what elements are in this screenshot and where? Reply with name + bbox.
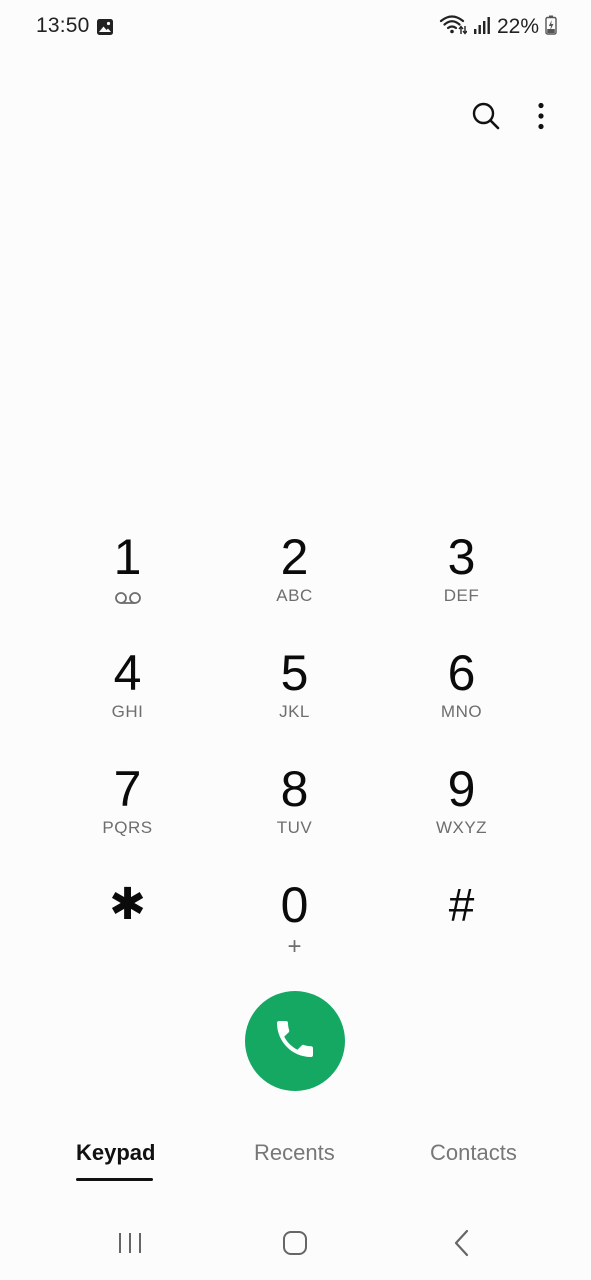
gallery-icon bbox=[96, 18, 114, 36]
key-2[interactable]: 2 ABC bbox=[211, 520, 378, 636]
key-4[interactable]: 4 GHI bbox=[44, 636, 211, 752]
recent-apps-icon bbox=[117, 1231, 143, 1260]
more-options-icon bbox=[537, 102, 545, 135]
key-1[interactable]: 1 bbox=[44, 520, 211, 636]
key-star[interactable]: ✱ bbox=[44, 868, 211, 984]
back-icon bbox=[453, 1229, 471, 1262]
phone-icon bbox=[271, 1015, 319, 1068]
key-letters: TUV bbox=[276, 818, 313, 837]
key-letters: WXYZ bbox=[435, 818, 488, 837]
call-button[interactable] bbox=[245, 991, 345, 1091]
status-indicators: 22% bbox=[439, 14, 557, 40]
key-digit: 1 bbox=[113, 529, 142, 585]
tab-contacts[interactable]: Contacts bbox=[430, 1140, 517, 1166]
key-0[interactable]: 0 + bbox=[211, 868, 378, 984]
navigation-bar bbox=[0, 1215, 591, 1275]
home-icon bbox=[282, 1230, 308, 1261]
search-button[interactable] bbox=[466, 98, 506, 138]
key-letters: DEF bbox=[443, 586, 480, 605]
search-icon bbox=[471, 101, 501, 136]
signal-icon bbox=[473, 15, 491, 40]
wifi-icon bbox=[439, 14, 468, 41]
key-letters: ABC bbox=[276, 586, 313, 605]
key-digit: 6 bbox=[447, 645, 476, 701]
tab-keypad[interactable]: Keypad bbox=[76, 1140, 155, 1166]
key-3[interactable]: 3 DEF bbox=[378, 520, 545, 636]
key-hash[interactable]: # bbox=[378, 868, 545, 984]
key-8[interactable]: 8 TUV bbox=[211, 752, 378, 868]
battery-percent: 22% bbox=[496, 15, 539, 38]
tab-recents[interactable]: Recents bbox=[254, 1140, 335, 1166]
key-digit: 8 bbox=[280, 761, 309, 817]
status-time: 13:50 bbox=[36, 14, 90, 37]
key-digit: 9 bbox=[447, 761, 476, 817]
recent-apps-button[interactable] bbox=[110, 1227, 150, 1263]
phone-dialer-screen: 13:50 22% 1 2 ABC 3 DEF 4 GHI 5 JKL 6 MN… bbox=[0, 0, 591, 1280]
key-digit: 2 bbox=[280, 529, 309, 585]
key-9[interactable]: 9 WXYZ bbox=[378, 752, 545, 868]
key-letters: JKL bbox=[279, 702, 310, 721]
key-digit: 0 bbox=[280, 877, 309, 933]
bottom-tabs: Keypad Recents Contacts bbox=[0, 1140, 591, 1190]
voicemail-icon bbox=[114, 588, 142, 608]
key-7[interactable]: 7 PQRS bbox=[44, 752, 211, 868]
home-button[interactable] bbox=[275, 1227, 315, 1263]
key-letters: PQRS bbox=[102, 818, 153, 837]
more-options-button[interactable] bbox=[521, 98, 561, 138]
back-button[interactable] bbox=[442, 1227, 482, 1263]
key-digit-star: ✱ bbox=[109, 880, 146, 929]
active-tab-indicator bbox=[76, 1178, 153, 1181]
status-bar: 13:50 22% bbox=[0, 0, 591, 56]
key-digit: 3 bbox=[447, 529, 476, 585]
dial-keypad: 1 2 ABC 3 DEF 4 GHI 5 JKL 6 MNO 7 PQRS 8… bbox=[44, 520, 545, 984]
key-letters: GHI bbox=[111, 702, 144, 721]
key-digit: 5 bbox=[280, 645, 309, 701]
battery-charging-icon bbox=[545, 15, 557, 40]
key-letters-plus: + bbox=[287, 933, 302, 960]
key-digit: 7 bbox=[113, 761, 142, 817]
key-5[interactable]: 5 JKL bbox=[211, 636, 378, 752]
key-6[interactable]: 6 MNO bbox=[378, 636, 545, 752]
key-letters: MNO bbox=[440, 702, 483, 721]
key-digit: # bbox=[448, 879, 475, 931]
key-digit: 4 bbox=[113, 645, 142, 701]
